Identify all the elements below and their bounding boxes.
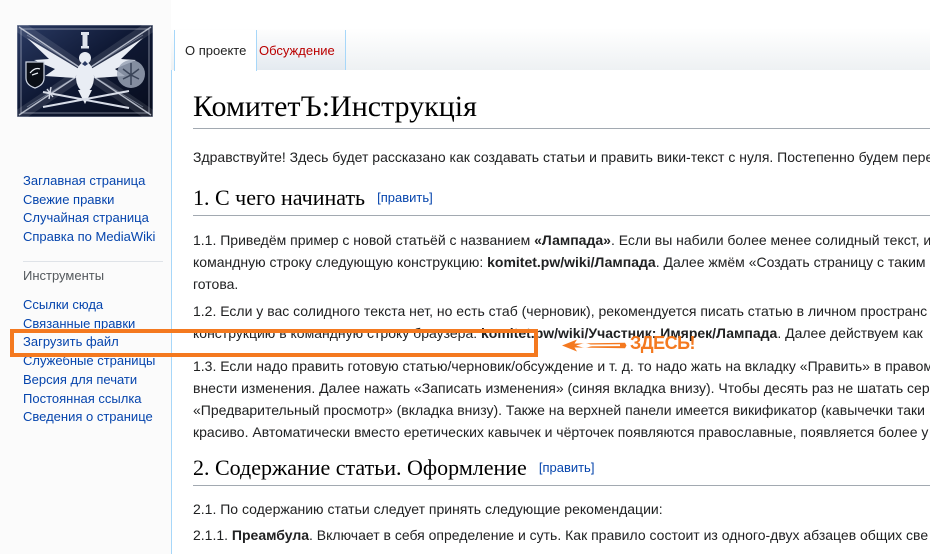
tab-about-project[interactable]: О проекте xyxy=(174,30,258,71)
sidebar-tools: Ссылки сюда Связанные правки Загрузить фай… xyxy=(23,296,168,427)
article-line: Здравствуйте! Здесь будет рассказано как… xyxy=(193,149,930,165)
article-line: 1.3. Если надо править готовую статью/че… xyxy=(193,358,930,374)
article-content: КомитетЪ:Инструкція Здравствуйте! Здесь … xyxy=(171,70,930,554)
article-line: внести изменения. Далее нажать «Записать… xyxy=(193,380,930,396)
sidebar-nav-link-2[interactable]: Случайная страница xyxy=(23,209,168,228)
sidebar-nav-link-3[interactable]: Справка по MediaWiki xyxy=(23,228,168,247)
sidebar-tool-link-0[interactable]: Ссылки сюда xyxy=(23,296,168,315)
article-line: 2.1. По содержанию статьи следует принят… xyxy=(193,501,663,517)
wiki-logo[interactable] xyxy=(13,20,157,122)
sidebar-nav-link-1[interactable]: Свежие правки xyxy=(23,191,168,210)
section-2-heading: 2. Содержание статьи. Оформление [править… xyxy=(193,455,930,486)
sidebar-tool-link-6[interactable]: Сведения о странице xyxy=(23,408,168,427)
sidebar-tool-link-1[interactable]: Связанные правки xyxy=(23,315,168,334)
section-2-heading-text: 2. Содержание статьи. Оформление xyxy=(193,455,527,480)
here-annotation-label: ЗДЕСЬ! xyxy=(630,333,696,353)
article-line: «Предварительный просмотр» (вкладка вниз… xyxy=(193,402,925,418)
imperial-eagle-flag-icon xyxy=(13,20,157,122)
sidebar-tool-link-4[interactable]: Версия для печати xyxy=(23,371,168,390)
tab-discussion[interactable]: Обсуждение xyxy=(249,30,346,70)
article-line: командную строку следующую конструкцию: … xyxy=(193,254,926,270)
article-line: 1.1. Приведём пример с новой статьёй с н… xyxy=(193,232,930,248)
paragraph-1-1: 1.1. Приведём пример с новой статьёй с н… xyxy=(193,229,930,295)
page-title: КомитетЪ:Инструкція xyxy=(193,88,930,129)
article-line: готова. xyxy=(193,276,239,292)
sidebar-tools-header: Инструменты xyxy=(23,261,163,283)
left-arrow-icon xyxy=(561,338,627,353)
tab-bar: О проекте Обсуждение xyxy=(171,0,930,71)
edit-section-2-link[interactable]: [править] xyxy=(539,460,595,475)
sidebar-tool-link-3[interactable]: Служебные страницы xyxy=(23,352,168,371)
sidebar-nav-link-0[interactable]: Заглавная страница xyxy=(23,172,168,191)
section-1-heading-text: 1. С чего начинать xyxy=(193,185,366,210)
paragraph-1-3: 1.3. Если надо править готовую статью/че… xyxy=(193,355,930,443)
article-line: красиво. Автоматически вместо еретически… xyxy=(193,424,929,440)
edit-section-1-link[interactable]: [править] xyxy=(377,190,433,205)
wiki-page: О проекте Обсуждение Заглавная страница … xyxy=(0,0,930,554)
sidebar-navigation: Заглавная страница Свежие правки Случайная… xyxy=(23,172,168,247)
paragraph-2-1-1: 2.1.1. Преамбула. Включает в себя опреде… xyxy=(193,524,930,546)
article-line: 2.1.1. Преамбула. Включает в себя опреде… xyxy=(193,527,929,543)
sidebar-tool-link-5[interactable]: Постоянная ссылка xyxy=(23,390,168,409)
sidebar-tool-link-2[interactable]: Загрузить файл xyxy=(23,333,168,352)
article-line: 1.2. Если у вас солидного текста нет, но… xyxy=(193,303,928,319)
section-1-heading: 1. С чего начинать [править] xyxy=(193,185,930,216)
intro-paragraph: Здравствуйте! Здесь будет рассказано как… xyxy=(193,146,930,168)
paragraph-2-1: 2.1. По содержанию статьи следует принят… xyxy=(193,498,930,520)
